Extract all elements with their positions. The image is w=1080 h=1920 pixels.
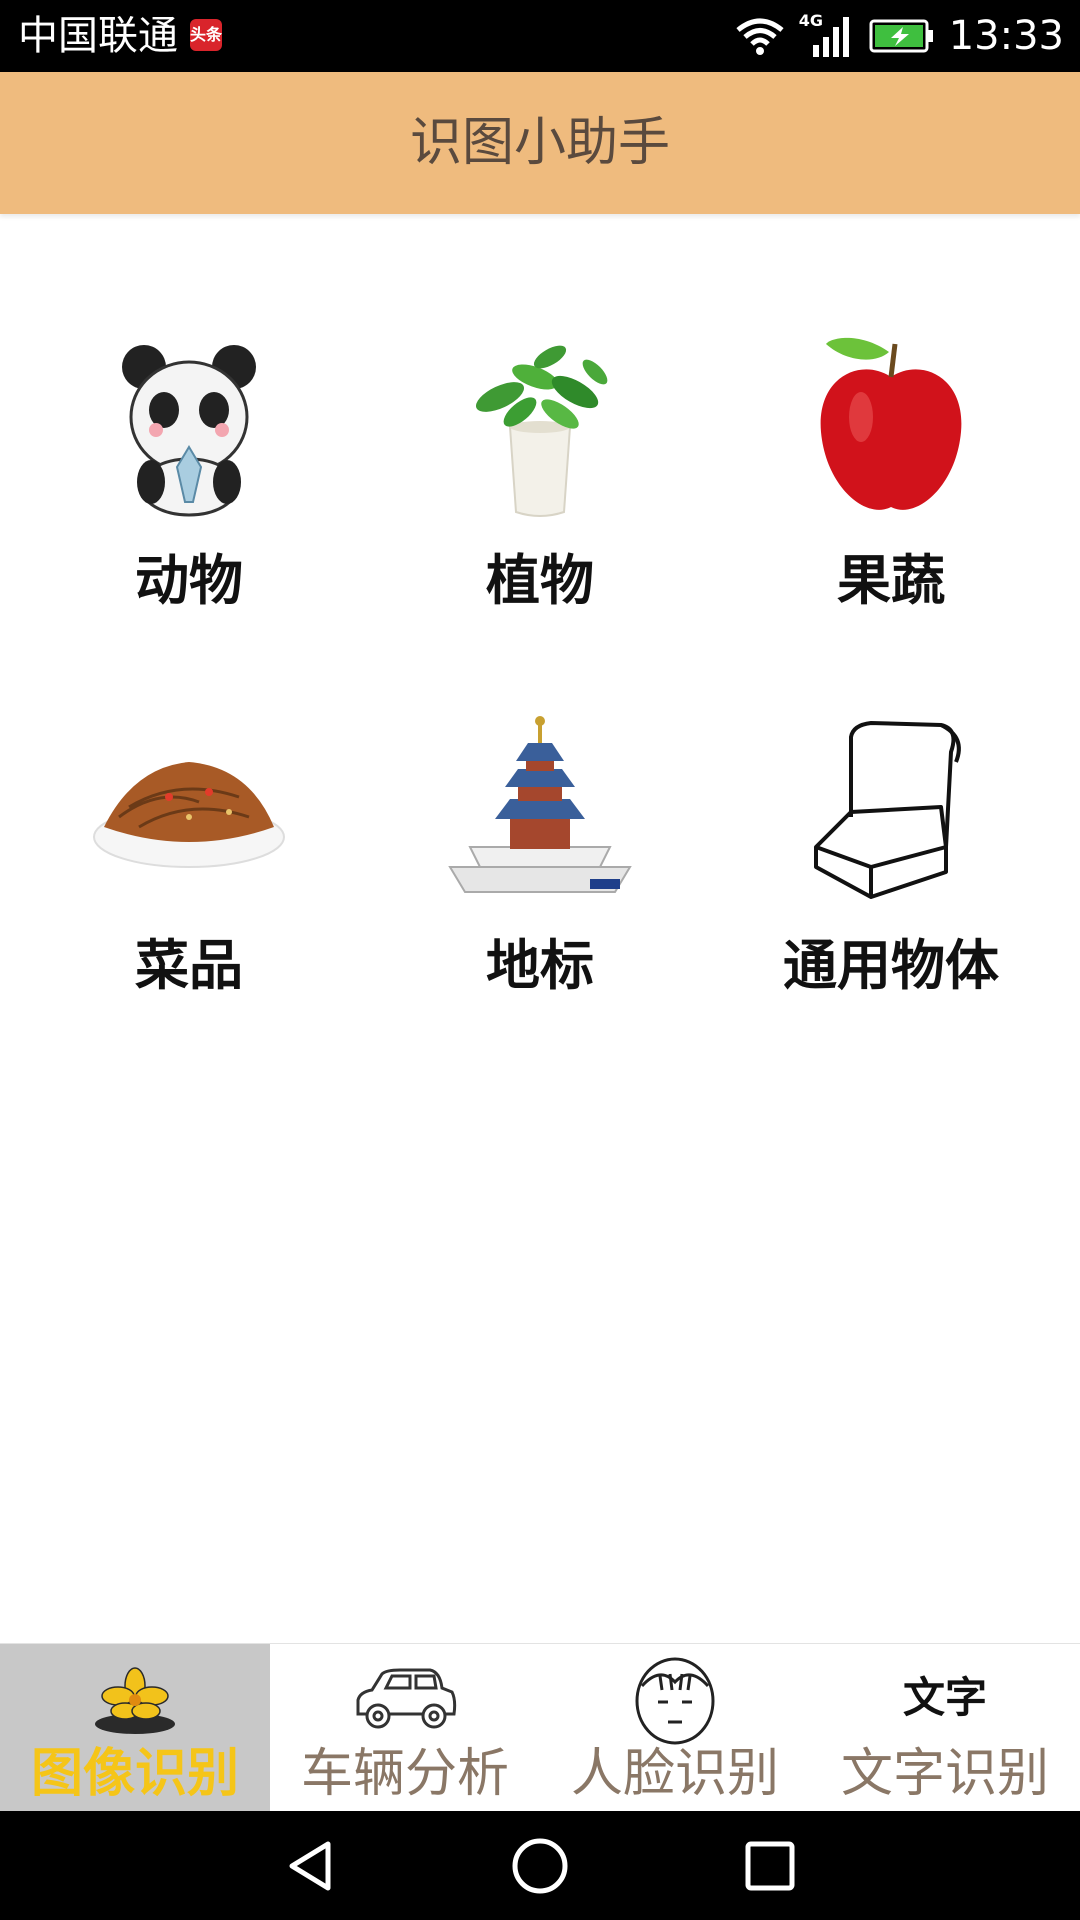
tab-text-recognition[interactable]: 文字 文字识别 [810, 1644, 1080, 1812]
home-icon[interactable] [510, 1836, 570, 1896]
tab-label: 文字识别 [840, 1744, 1049, 1804]
category-label: 地标 [486, 934, 594, 997]
category-label: 植物 [486, 549, 594, 612]
armchair-icon [814, 721, 961, 899]
category-fruit-vegetable[interactable]: 果蔬 [761, 322, 1021, 615]
bottom-nav: 图像识别 车辆分析 人脸识别 文字 文字识别 [0, 1643, 1080, 1812]
cell-signal: 4G [799, 11, 855, 61]
apple-icon [820, 337, 962, 510]
noodle-dish-icon [93, 762, 285, 868]
back-icon[interactable] [280, 1836, 340, 1896]
category-label: 通用物体 [783, 934, 999, 997]
tab-label: 人脸识别 [570, 1744, 779, 1804]
category-dish[interactable]: 菜品 [59, 707, 319, 1000]
temple-of-heaven-icon [448, 716, 632, 893]
tab-label: 图像识别 [30, 1744, 239, 1804]
tab-image-recognition[interactable]: 图像识别 [0, 1644, 270, 1812]
potted-plant-icon [475, 345, 608, 517]
tab-label: 车辆分析 [300, 1744, 509, 1804]
app-header: 识图小助手 [0, 72, 1080, 214]
tab-vehicle-analysis[interactable]: 车辆分析 [270, 1644, 540, 1812]
category-animal[interactable]: 动物 [59, 322, 319, 615]
category-landmark[interactable]: 地标 [410, 707, 670, 1000]
recents-icon[interactable] [740, 1836, 800, 1896]
signal-icon [812, 17, 849, 57]
category-label: 菜品 [135, 934, 243, 997]
tab-face-recognition[interactable]: 人脸识别 [540, 1644, 810, 1812]
status-bar: 中国联通 头条 4G 13:33 [0, 0, 1080, 72]
clock: 13:33 [948, 13, 1064, 59]
battery-icon [869, 19, 933, 53]
category-label: 动物 [135, 549, 243, 612]
category-general-object[interactable]: 通用物体 [761, 707, 1021, 1000]
wifi-icon [736, 18, 784, 55]
page-title: 识图小助手 [409, 113, 670, 173]
category-label: 果蔬 [837, 549, 945, 612]
news-app-icon: 头条 [190, 19, 222, 51]
panda-icon [122, 345, 256, 517]
carrier-name: 中国联通 [18, 13, 178, 59]
text-icon: 文字 [902, 1673, 987, 1722]
system-nav-bar [0, 1811, 1080, 1920]
category-plant[interactable]: 植物 [410, 322, 670, 615]
